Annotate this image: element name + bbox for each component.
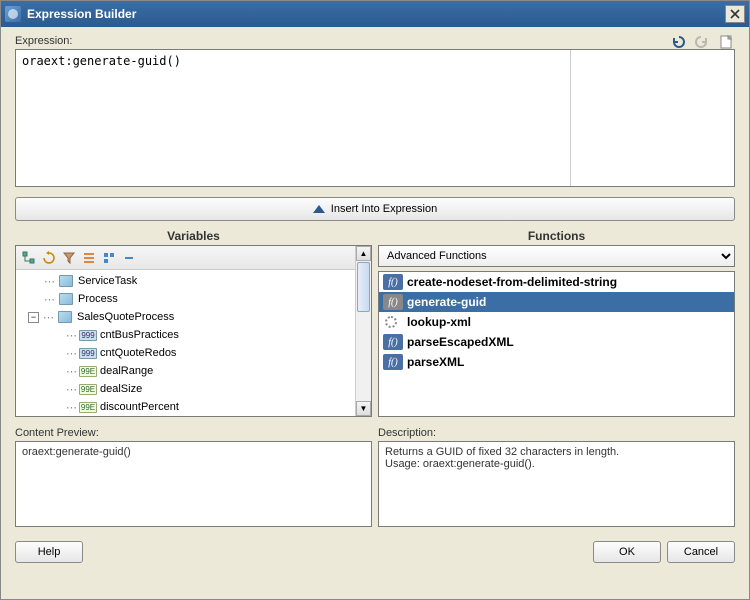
functions-category-select[interactable]: Advanced Functions — [378, 245, 735, 267]
filter-icon[interactable] — [60, 249, 78, 267]
scroll-up-icon[interactable]: ▲ — [356, 246, 371, 261]
new-doc-icon[interactable] — [717, 33, 735, 51]
undo-icon[interactable] — [669, 33, 687, 51]
insert-into-expression-button[interactable]: Insert Into Expression — [15, 197, 735, 221]
footer: Help OK Cancel — [1, 535, 749, 573]
description-label: Description: — [378, 427, 735, 439]
tree-toggle-minus[interactable]: − — [28, 312, 39, 323]
close-button[interactable] — [725, 5, 745, 23]
description-line2: Usage: oraext:generate-guid(). — [385, 458, 535, 470]
content-preview-value: oraext:generate-guid() — [22, 446, 131, 458]
ok-button[interactable]: OK — [593, 541, 661, 563]
window-title: Expression Builder — [27, 7, 725, 21]
cancel-button[interactable]: Cancel — [667, 541, 735, 563]
function-lookup-xml[interactable]: lookup-xml — [379, 312, 734, 332]
description-box: Returns a GUID of fixed 32 characters in… — [378, 441, 735, 527]
variables-header: Variables — [15, 229, 372, 245]
tree-item-process[interactable]: ⋯Process — [16, 290, 355, 308]
gear-icon — [383, 315, 399, 329]
variables-panel: ⋯ServiceTask ⋯Process −⋯SalesQuoteProces… — [15, 245, 372, 417]
tree-item-servicetask[interactable]: ⋯ServiceTask — [16, 272, 355, 290]
functions-list[interactable]: f()create-nodeset-from-delimited-string … — [378, 271, 735, 417]
title-bar: Expression Builder — [1, 1, 749, 27]
insert-arrow-up-icon — [313, 205, 325, 213]
expand-icon[interactable] — [100, 249, 118, 267]
expression-input[interactable] — [16, 50, 570, 186]
content-preview-box: oraext:generate-guid() — [15, 441, 372, 527]
function-generate-guid[interactable]: f()generate-guid — [379, 292, 734, 312]
description-line1: Returns a GUID of fixed 32 characters in… — [385, 446, 619, 458]
functions-panel: Advanced Functions f()create-nodeset-fro… — [378, 245, 735, 417]
variables-tree[interactable]: ⋯ServiceTask ⋯Process −⋯SalesQuoteProces… — [16, 270, 355, 416]
tree-item-discountpercent[interactable]: ⋯99EdiscountPercent — [16, 398, 355, 416]
fn-icon: f() — [383, 294, 403, 310]
expression-box — [15, 49, 735, 187]
tree-view-icon[interactable] — [20, 249, 38, 267]
function-parsexml[interactable]: f()parseXML — [379, 352, 734, 372]
scroll-thumb[interactable] — [357, 262, 370, 312]
fn-icon: f() — [383, 274, 403, 290]
expression-side-panel — [570, 50, 734, 186]
variables-scrollbar[interactable]: ▲ ▼ — [355, 246, 371, 416]
tree-item-cntquoteredos[interactable]: ⋯999cntQuoteRedos — [16, 344, 355, 362]
tree-item-dealsize[interactable]: ⋯99EdealSize — [16, 380, 355, 398]
fn-icon: f() — [383, 334, 403, 350]
tree-item-dealrange[interactable]: ⋯99EdealRange — [16, 362, 355, 380]
insert-button-label: Insert Into Expression — [331, 203, 437, 215]
scroll-down-icon[interactable]: ▼ — [356, 401, 371, 416]
refresh-icon[interactable] — [40, 249, 58, 267]
functions-header: Functions — [378, 229, 735, 245]
redo-icon[interactable] — [693, 33, 711, 51]
tree-item-salesquoteprocess[interactable]: −⋯SalesQuoteProcess — [16, 308, 355, 326]
tree-item-cntbuspractices[interactable]: ⋯999cntBusPractices — [16, 326, 355, 344]
help-button[interactable]: Help — [15, 541, 83, 563]
content-preview-label: Content Preview: — [15, 427, 372, 439]
fn-icon: f() — [383, 354, 403, 370]
app-icon — [5, 6, 21, 22]
expression-label: Expression: — [15, 35, 735, 47]
function-create-nodeset[interactable]: f()create-nodeset-from-delimited-string — [379, 272, 734, 292]
variables-toolbar — [16, 246, 355, 270]
collapse-icon[interactable] — [120, 249, 138, 267]
function-parseescapedxml[interactable]: f()parseEscapedXML — [379, 332, 734, 352]
list-icon[interactable] — [80, 249, 98, 267]
